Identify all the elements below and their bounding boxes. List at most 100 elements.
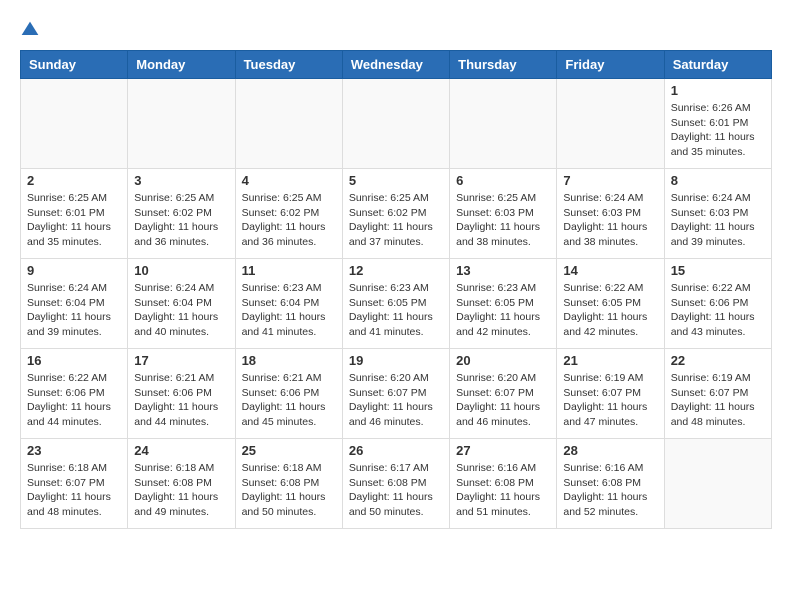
calendar-cell: 13 Sunrise: 6:23 AM Sunset: 6:05 PM Dayli… (450, 259, 557, 349)
day-number: 11 (242, 263, 336, 278)
day-info: Sunrise: 6:23 AM Sunset: 6:05 PM Dayligh… (349, 281, 443, 340)
calendar-cell: 5 Sunrise: 6:25 AM Sunset: 6:02 PM Daylig… (342, 169, 449, 259)
calendar-cell (450, 79, 557, 169)
header (20, 20, 772, 40)
day-info: Sunrise: 6:19 AM Sunset: 6:07 PM Dayligh… (671, 371, 765, 430)
weekday-header-row: SundayMondayTuesdayWednesdayThursdayFrid… (21, 51, 772, 79)
calendar-cell: 11 Sunrise: 6:23 AM Sunset: 6:04 PM Dayli… (235, 259, 342, 349)
day-number: 16 (27, 353, 121, 368)
day-info: Sunrise: 6:25 AM Sunset: 6:02 PM Dayligh… (134, 191, 228, 250)
weekday-header-thursday: Thursday (450, 51, 557, 79)
day-info: Sunrise: 6:25 AM Sunset: 6:02 PM Dayligh… (242, 191, 336, 250)
day-number: 23 (27, 443, 121, 458)
calendar-cell: 28 Sunrise: 6:16 AM Sunset: 6:08 PM Dayli… (557, 439, 664, 529)
calendar-cell (128, 79, 235, 169)
day-info: Sunrise: 6:22 AM Sunset: 6:05 PM Dayligh… (563, 281, 657, 340)
day-info: Sunrise: 6:18 AM Sunset: 6:08 PM Dayligh… (134, 461, 228, 520)
calendar-cell: 18 Sunrise: 6:21 AM Sunset: 6:06 PM Dayli… (235, 349, 342, 439)
day-info: Sunrise: 6:21 AM Sunset: 6:06 PM Dayligh… (134, 371, 228, 430)
week-row-3: 9Sunrise: 6:24 AM Sunset: 6:04 PM Daylig… (21, 259, 772, 349)
day-info: Sunrise: 6:16 AM Sunset: 6:08 PM Dayligh… (456, 461, 550, 520)
weekday-header-monday: Monday (128, 51, 235, 79)
calendar-cell (557, 79, 664, 169)
day-number: 4 (242, 173, 336, 188)
logo-icon (20, 20, 40, 40)
calendar-cell: 12 Sunrise: 6:23 AM Sunset: 6:05 PM Dayli… (342, 259, 449, 349)
day-info: Sunrise: 6:16 AM Sunset: 6:08 PM Dayligh… (563, 461, 657, 520)
day-info: Sunrise: 6:17 AM Sunset: 6:08 PM Dayligh… (349, 461, 443, 520)
day-number: 26 (349, 443, 443, 458)
day-number: 18 (242, 353, 336, 368)
day-number: 28 (563, 443, 657, 458)
calendar-cell (21, 79, 128, 169)
weekday-header-friday: Friday (557, 51, 664, 79)
day-info: Sunrise: 6:24 AM Sunset: 6:03 PM Dayligh… (671, 191, 765, 250)
day-number: 12 (349, 263, 443, 278)
day-number: 2 (27, 173, 121, 188)
calendar-cell: 25 Sunrise: 6:18 AM Sunset: 6:08 PM Dayli… (235, 439, 342, 529)
week-row-1: 1 Sunrise: 6:26 AM Sunset: 6:01 PM Daylig… (21, 79, 772, 169)
calendar-cell: 22 Sunrise: 6:19 AM Sunset: 6:07 PM Dayli… (664, 349, 771, 439)
calendar-cell: 8 Sunrise: 6:24 AM Sunset: 6:03 PM Daylig… (664, 169, 771, 259)
calendar-cell (342, 79, 449, 169)
day-number: 10 (134, 263, 228, 278)
calendar-cell: 4 Sunrise: 6:25 AM Sunset: 6:02 PM Daylig… (235, 169, 342, 259)
day-number: 1 (671, 83, 765, 98)
day-info: Sunrise: 6:24 AM Sunset: 6:03 PM Dayligh… (563, 191, 657, 250)
day-info: Sunrise: 6:20 AM Sunset: 6:07 PM Dayligh… (349, 371, 443, 430)
day-number: 27 (456, 443, 550, 458)
day-info: Sunrise: 6:25 AM Sunset: 6:01 PM Dayligh… (27, 191, 121, 250)
day-info: Sunrise: 6:22 AM Sunset: 6:06 PM Dayligh… (27, 371, 121, 430)
weekday-header-saturday: Saturday (664, 51, 771, 79)
day-number: 25 (242, 443, 336, 458)
day-info: Sunrise: 6:23 AM Sunset: 6:05 PM Dayligh… (456, 281, 550, 340)
calendar-cell: 16 Sunrise: 6:22 AM Sunset: 6:06 PM Dayli… (21, 349, 128, 439)
day-number: 3 (134, 173, 228, 188)
day-number: 21 (563, 353, 657, 368)
day-info: Sunrise: 6:24 AM Sunset: 6:04 PM Dayligh… (27, 281, 121, 340)
calendar-cell: 7Sunrise: 6:24 AM Sunset: 6:03 PM Daylig… (557, 169, 664, 259)
day-number: 15 (671, 263, 765, 278)
day-number: 22 (671, 353, 765, 368)
day-number: 17 (134, 353, 228, 368)
day-info: Sunrise: 6:25 AM Sunset: 6:03 PM Dayligh… (456, 191, 550, 250)
day-number: 19 (349, 353, 443, 368)
day-number: 8 (671, 173, 765, 188)
day-info: Sunrise: 6:20 AM Sunset: 6:07 PM Dayligh… (456, 371, 550, 430)
day-number: 5 (349, 173, 443, 188)
day-info: Sunrise: 6:24 AM Sunset: 6:04 PM Dayligh… (134, 281, 228, 340)
calendar-cell: 27 Sunrise: 6:16 AM Sunset: 6:08 PM Dayli… (450, 439, 557, 529)
day-number: 13 (456, 263, 550, 278)
day-info: Sunrise: 6:23 AM Sunset: 6:04 PM Dayligh… (242, 281, 336, 340)
calendar: SundayMondayTuesdayWednesdayThursdayFrid… (20, 50, 772, 529)
weekday-header-wednesday: Wednesday (342, 51, 449, 79)
calendar-cell: 9Sunrise: 6:24 AM Sunset: 6:04 PM Daylig… (21, 259, 128, 349)
day-number: 24 (134, 443, 228, 458)
calendar-cell (235, 79, 342, 169)
calendar-cell: 1 Sunrise: 6:26 AM Sunset: 6:01 PM Daylig… (664, 79, 771, 169)
calendar-cell: 26 Sunrise: 6:17 AM Sunset: 6:08 PM Dayli… (342, 439, 449, 529)
calendar-cell: 10 Sunrise: 6:24 AM Sunset: 6:04 PM Dayli… (128, 259, 235, 349)
day-number: 20 (456, 353, 550, 368)
calendar-cell: 20 Sunrise: 6:20 AM Sunset: 6:07 PM Dayli… (450, 349, 557, 439)
day-info: Sunrise: 6:25 AM Sunset: 6:02 PM Dayligh… (349, 191, 443, 250)
day-info: Sunrise: 6:19 AM Sunset: 6:07 PM Dayligh… (563, 371, 657, 430)
day-number: 6 (456, 173, 550, 188)
day-number: 14 (563, 263, 657, 278)
day-info: Sunrise: 6:26 AM Sunset: 6:01 PM Dayligh… (671, 101, 765, 160)
week-row-5: 23 Sunrise: 6:18 AM Sunset: 6:07 PM Dayli… (21, 439, 772, 529)
week-row-2: 2 Sunrise: 6:25 AM Sunset: 6:01 PM Daylig… (21, 169, 772, 259)
calendar-cell (664, 439, 771, 529)
calendar-cell: 23 Sunrise: 6:18 AM Sunset: 6:07 PM Dayli… (21, 439, 128, 529)
calendar-cell: 24 Sunrise: 6:18 AM Sunset: 6:08 PM Dayli… (128, 439, 235, 529)
calendar-cell: 14 Sunrise: 6:22 AM Sunset: 6:05 PM Dayli… (557, 259, 664, 349)
calendar-cell: 17 Sunrise: 6:21 AM Sunset: 6:06 PM Dayli… (128, 349, 235, 439)
day-info: Sunrise: 6:18 AM Sunset: 6:08 PM Dayligh… (242, 461, 336, 520)
calendar-cell: 3 Sunrise: 6:25 AM Sunset: 6:02 PM Daylig… (128, 169, 235, 259)
day-info: Sunrise: 6:21 AM Sunset: 6:06 PM Dayligh… (242, 371, 336, 430)
weekday-header-sunday: Sunday (21, 51, 128, 79)
calendar-cell: 15Sunrise: 6:22 AM Sunset: 6:06 PM Dayli… (664, 259, 771, 349)
weekday-header-tuesday: Tuesday (235, 51, 342, 79)
day-info: Sunrise: 6:18 AM Sunset: 6:07 PM Dayligh… (27, 461, 121, 520)
calendar-cell: 6 Sunrise: 6:25 AM Sunset: 6:03 PM Daylig… (450, 169, 557, 259)
